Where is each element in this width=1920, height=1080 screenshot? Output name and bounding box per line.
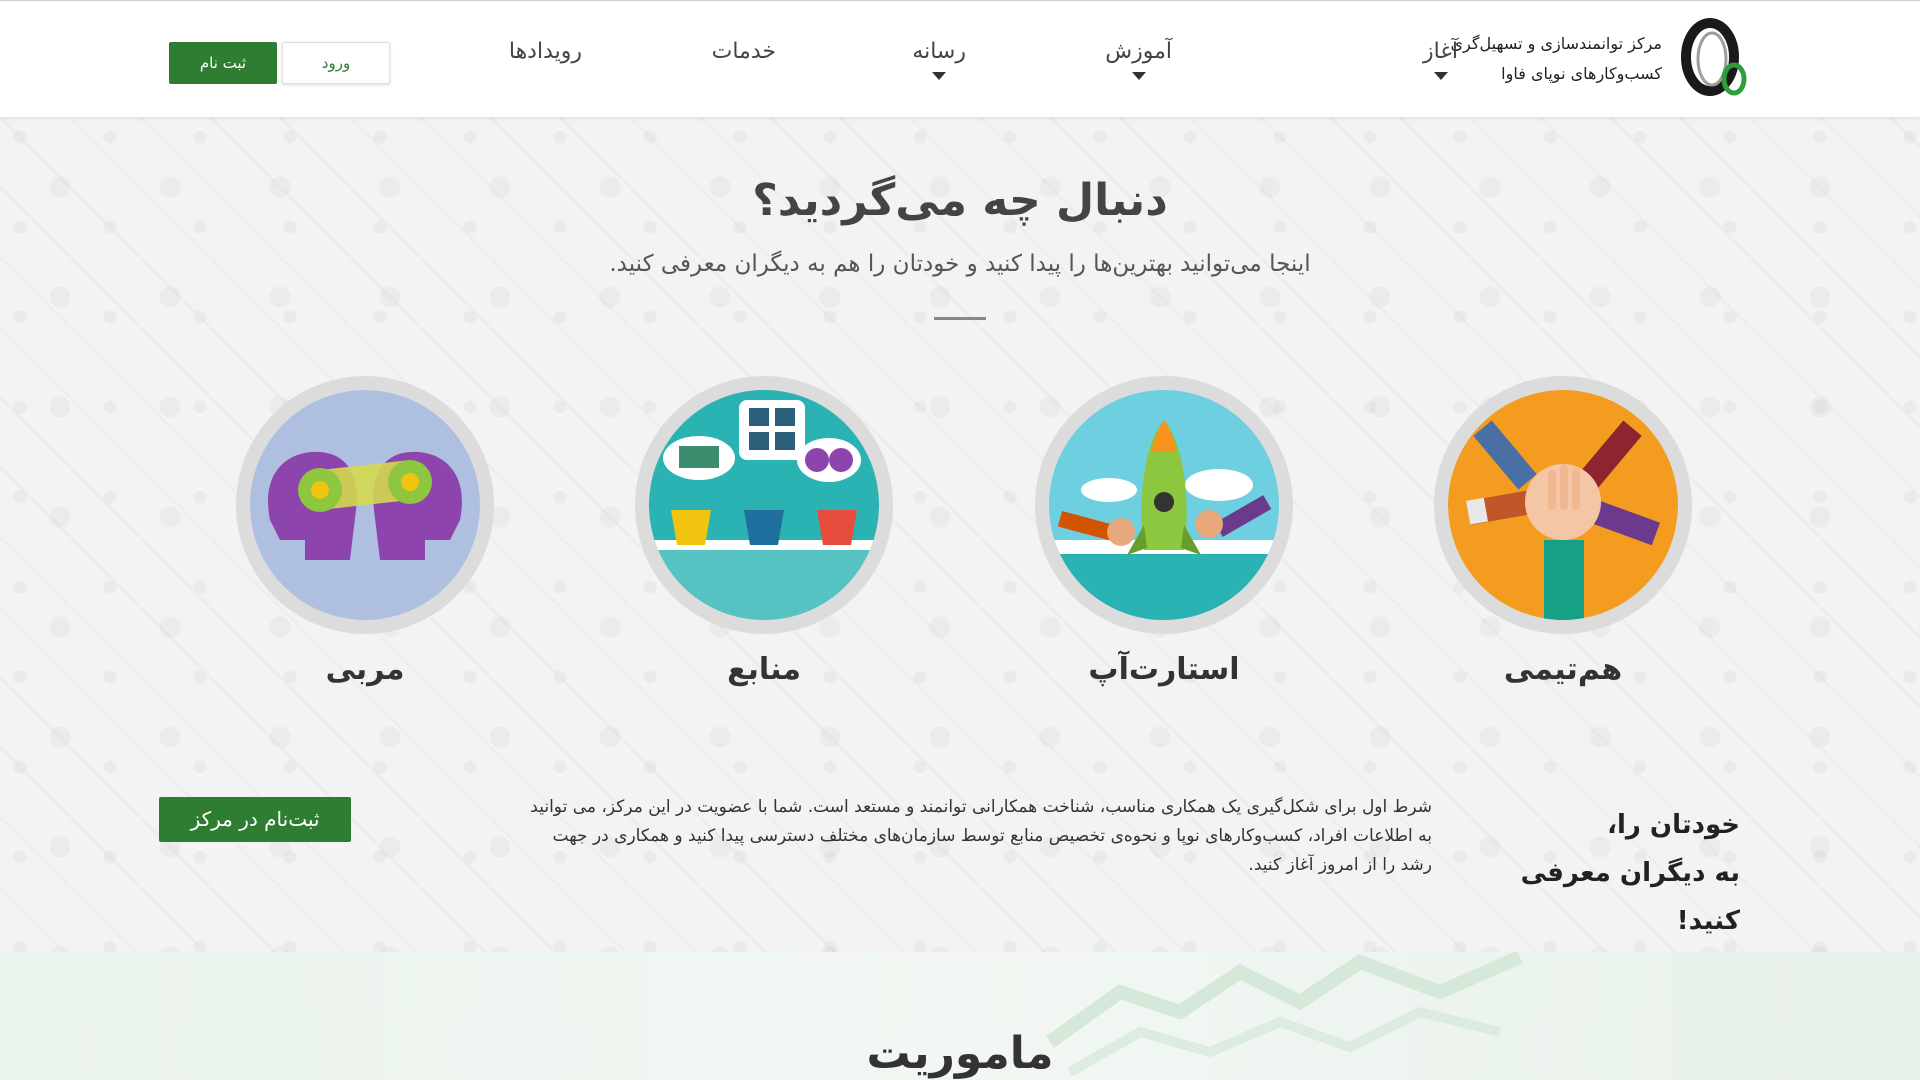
site-header: مرکز توانمندسازی و تسهیل‌گری کسب‌وکارهای… [0,0,1920,117]
card-ring [236,376,494,634]
register-button[interactable]: ثبت نام [169,42,277,84]
intro-heading: خودتان را، به دیگران معرفی کنید! [1480,801,1740,945]
login-button[interactable]: ورود [282,42,390,84]
nav-item-media[interactable]: رسانه [912,39,966,80]
mission-title: ماموریت [866,1028,1054,1079]
intro-text-line-3: رشد را از امروز آغاز کنید. [1248,855,1432,875]
nav-label-education: آموزش [1105,39,1172,64]
nav-label-media: رسانه [912,39,966,64]
card-teammate[interactable]: هم‌تیمی [1433,376,1693,687]
hero-divider [934,317,986,320]
card-ring [1434,376,1692,634]
chevron-down-icon [1433,72,1448,80]
teamwork-hands-icon [1448,390,1678,620]
card-label-mentor: مربی [325,652,405,687]
hero-title: دنبال چه می‌گردید؟ [752,175,1168,226]
rocket-icon [1049,390,1279,620]
card-label-startup: استارت‌آپ [1088,652,1240,687]
card-label-resources: منابع [727,652,801,687]
hero-section: دنبال چه می‌گردید؟ اینجا می‌توانید بهتری… [0,117,1920,952]
mission-section: ماموریت [0,952,1920,1080]
nav-label-start: آغاز [1423,39,1458,64]
card-mentor[interactable]: مربی [235,376,495,687]
center-register-button[interactable]: ثبت‌نام در مرکز [159,797,351,842]
nav-item-education[interactable]: آموزش [1105,39,1172,80]
card-startup[interactable]: استارت‌آپ [1034,376,1294,687]
nav-item-events[interactable]: رویدادها [509,39,582,64]
intro-heading-line-2: به دیگران معرفی کنید! [1520,858,1740,936]
card-ring [1035,376,1293,634]
intro-paragraph: شرط اول برای شکل‌گیری یک همکاری مناسب، ش… [472,793,1432,880]
resources-cups-icon [649,390,879,620]
intro-heading-line-1: خودتان را، [1607,810,1740,840]
chevron-down-icon [1131,72,1146,80]
card-label-teammate: هم‌تیمی [1503,652,1623,687]
hero-subtitle: اینجا می‌توانید بهترین‌ها را پیدا کنید و… [609,251,1311,277]
nav-item-start[interactable]: آغاز [1423,39,1458,80]
mentor-heads-icon [250,390,480,620]
card-ring [635,376,893,634]
card-resources[interactable]: منابع [634,376,894,687]
nav-label-events: رویدادها [508,39,582,64]
intro-text-line-1: شرط اول برای شکل‌گیری یک همکاری مناسب، ش… [530,797,1432,817]
intro-text-line-2: به اطلاعات افراد، کسب‌وکارهای نوپا و نحو… [552,826,1432,846]
chevron-down-icon [932,72,947,80]
nav-item-services[interactable]: خدمات [712,39,776,64]
nav-label-services: خدمات [711,39,776,64]
